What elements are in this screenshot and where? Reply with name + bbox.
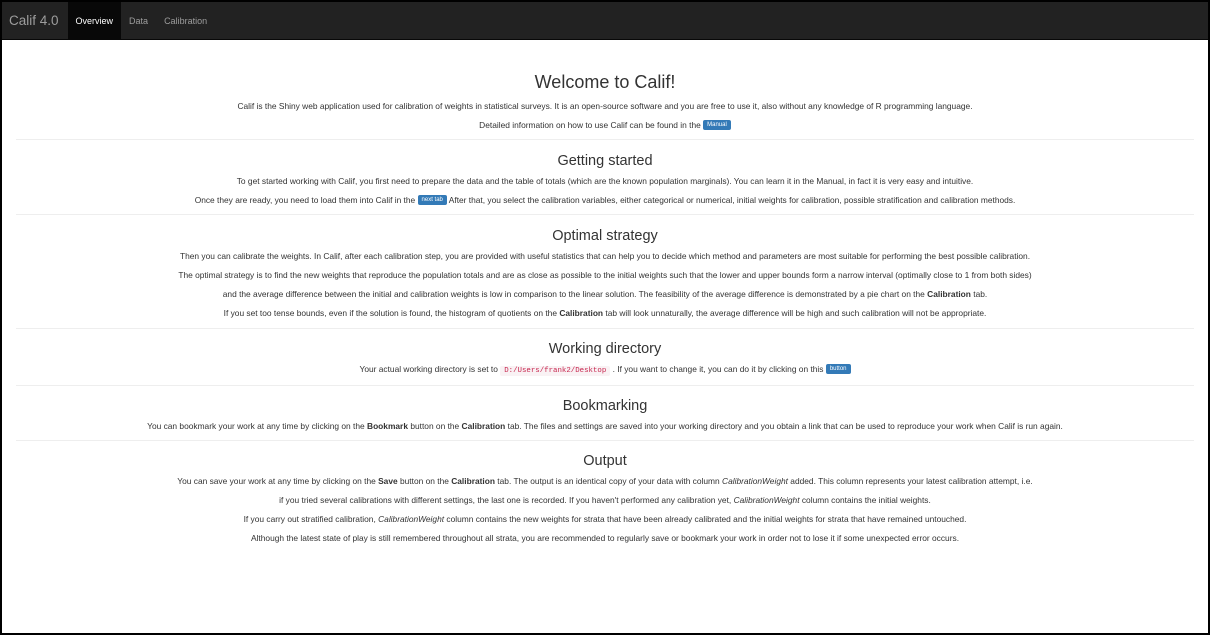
overview-content: Welcome to Calif! Calif is the Shiny web…	[2, 40, 1208, 548]
working-directory-title: Working directory	[548, 341, 662, 357]
bookmarking-paragraph: You can bookmark your work at any time b…	[2, 417, 1208, 436]
getting-started-text-2b: After that, you select the calibration v…	[448, 195, 1016, 205]
calibration-bold: Calibration	[461, 421, 506, 431]
optimal-strategy-text-4a: If you set too tense bounds, even if the…	[223, 308, 557, 318]
output-text-3b: column contains the new weights for stra…	[446, 514, 967, 524]
output-text-2b: column contains the initial weights.	[801, 495, 931, 505]
next-tab-button[interactable]: next tab	[417, 194, 447, 205]
section-bookmarking: Bookmarking You can bookmark your work a…	[2, 386, 1208, 436]
optimal-strategy-text-1: Then you can calibrate the weights. In C…	[179, 251, 1031, 261]
section-output: Output You can save your work at any tim…	[2, 441, 1208, 548]
save-bold: Save	[378, 476, 398, 486]
working-directory-text-a: Your actual working directory is set to	[359, 364, 498, 374]
getting-started-paragraph-1: To get started working with Calif, you f…	[2, 172, 1208, 191]
getting-started-text-1: To get started working with Calif, you f…	[236, 176, 974, 186]
output-text-1c: tab. The output is an identical copy of …	[497, 476, 720, 486]
bookmarking-title: Bookmarking	[562, 398, 648, 414]
optimal-strategy-title: Optimal strategy	[552, 228, 658, 244]
output-text-1b: button on the	[399, 476, 449, 486]
calibration-bold: Calibration	[927, 289, 971, 299]
calibration-bold: Calibration	[559, 308, 604, 318]
optimal-strategy-paragraph-4: If you set too tense bounds, even if the…	[2, 304, 1208, 323]
output-text-4: Although the latest state of play is sti…	[250, 533, 960, 543]
working-directory-text-b: . If you want to change it, you can do i…	[612, 364, 824, 374]
output-title: Output	[583, 453, 627, 469]
section-working-directory: Working directory Your actual working di…	[2, 329, 1208, 381]
output-paragraph-3: If you carry out stratified calibration,…	[2, 510, 1208, 529]
welcome-text-1: Calif is the Shiny web application used …	[237, 101, 973, 111]
output-paragraph-4: Although the latest state of play is sti…	[2, 529, 1208, 548]
calibration-weight-italic: CalibrationWeight	[378, 514, 445, 524]
calibration-bold: Calibration	[451, 476, 495, 486]
optimal-strategy-text-4b: tab will look unnaturally, the average d…	[605, 308, 987, 318]
app-brand[interactable]: Calif 4.0	[2, 2, 68, 39]
tab-overview[interactable]: Overview	[67, 2, 122, 39]
welcome-text-2: Detailed information on how to use Calif…	[479, 120, 701, 130]
bookmark-bold: Bookmark	[367, 421, 408, 431]
working-directory-path: D:/Users/frank2/Desktop	[500, 366, 611, 376]
output-text-1d: added. This column represents your lates…	[790, 476, 1033, 486]
output-paragraph-2: if you tried several calibrations with d…	[2, 491, 1208, 510]
output-text-1a: You can save your work at any time by cl…	[177, 476, 376, 486]
navbar: Calif 4.0 Overview Data Calibration	[2, 2, 1208, 40]
welcome-title: Welcome to Calif!	[534, 72, 676, 92]
optimal-strategy-paragraph-1: Then you can calibrate the weights. In C…	[2, 247, 1208, 266]
output-text-3a: If you carry out stratified calibration,	[243, 514, 376, 524]
output-text-2a: if you tried several calibrations with d…	[279, 495, 732, 505]
section-optimal-strategy: Optimal strategy Then you can calibrate …	[2, 215, 1208, 323]
calibration-weight-italic: CalibrationWeight	[733, 495, 800, 505]
getting-started-title: Getting started	[557, 153, 653, 169]
welcome-paragraph-1: Calif is the Shiny web application used …	[2, 97, 1208, 116]
app-window: Calif 4.0 Overview Data Calibration Welc…	[0, 0, 1210, 635]
section-getting-started: Getting started To get started working w…	[2, 140, 1208, 210]
welcome-paragraph-2: Detailed information on how to use Calif…	[2, 116, 1208, 135]
calibration-weight-italic: CalibrationWeight	[722, 476, 788, 486]
tab-data[interactable]: Data	[121, 2, 156, 39]
optimal-strategy-text-2: The optimal strategy is to find the new …	[178, 270, 1032, 280]
working-directory-paragraph: Your actual working directory is set to …	[2, 360, 1208, 381]
optimal-strategy-text-3a: and the average difference between the i…	[222, 289, 925, 299]
section-welcome: Welcome to Calif! Calif is the Shiny web…	[2, 41, 1208, 135]
manual-button[interactable]: Manual	[703, 119, 731, 130]
bookmarking-text-a: You can bookmark your work at any time b…	[147, 421, 365, 431]
getting-started-text-2a: Once they are ready, you need to load th…	[194, 195, 416, 205]
optimal-strategy-paragraph-2: The optimal strategy is to find the new …	[2, 266, 1208, 285]
change-directory-button[interactable]: button	[825, 363, 851, 374]
optimal-strategy-text-3b: tab.	[973, 289, 988, 299]
optimal-strategy-paragraph-3: and the average difference between the i…	[2, 285, 1208, 304]
output-paragraph-1: You can save your work at any time by cl…	[2, 472, 1208, 491]
tab-calibration[interactable]: Calibration	[156, 2, 215, 39]
getting-started-paragraph-2: Once they are ready, you need to load th…	[2, 191, 1208, 210]
bookmarking-text-c: tab. The files and settings are saved in…	[507, 421, 1063, 431]
bookmarking-text-b: button on the	[410, 421, 460, 431]
